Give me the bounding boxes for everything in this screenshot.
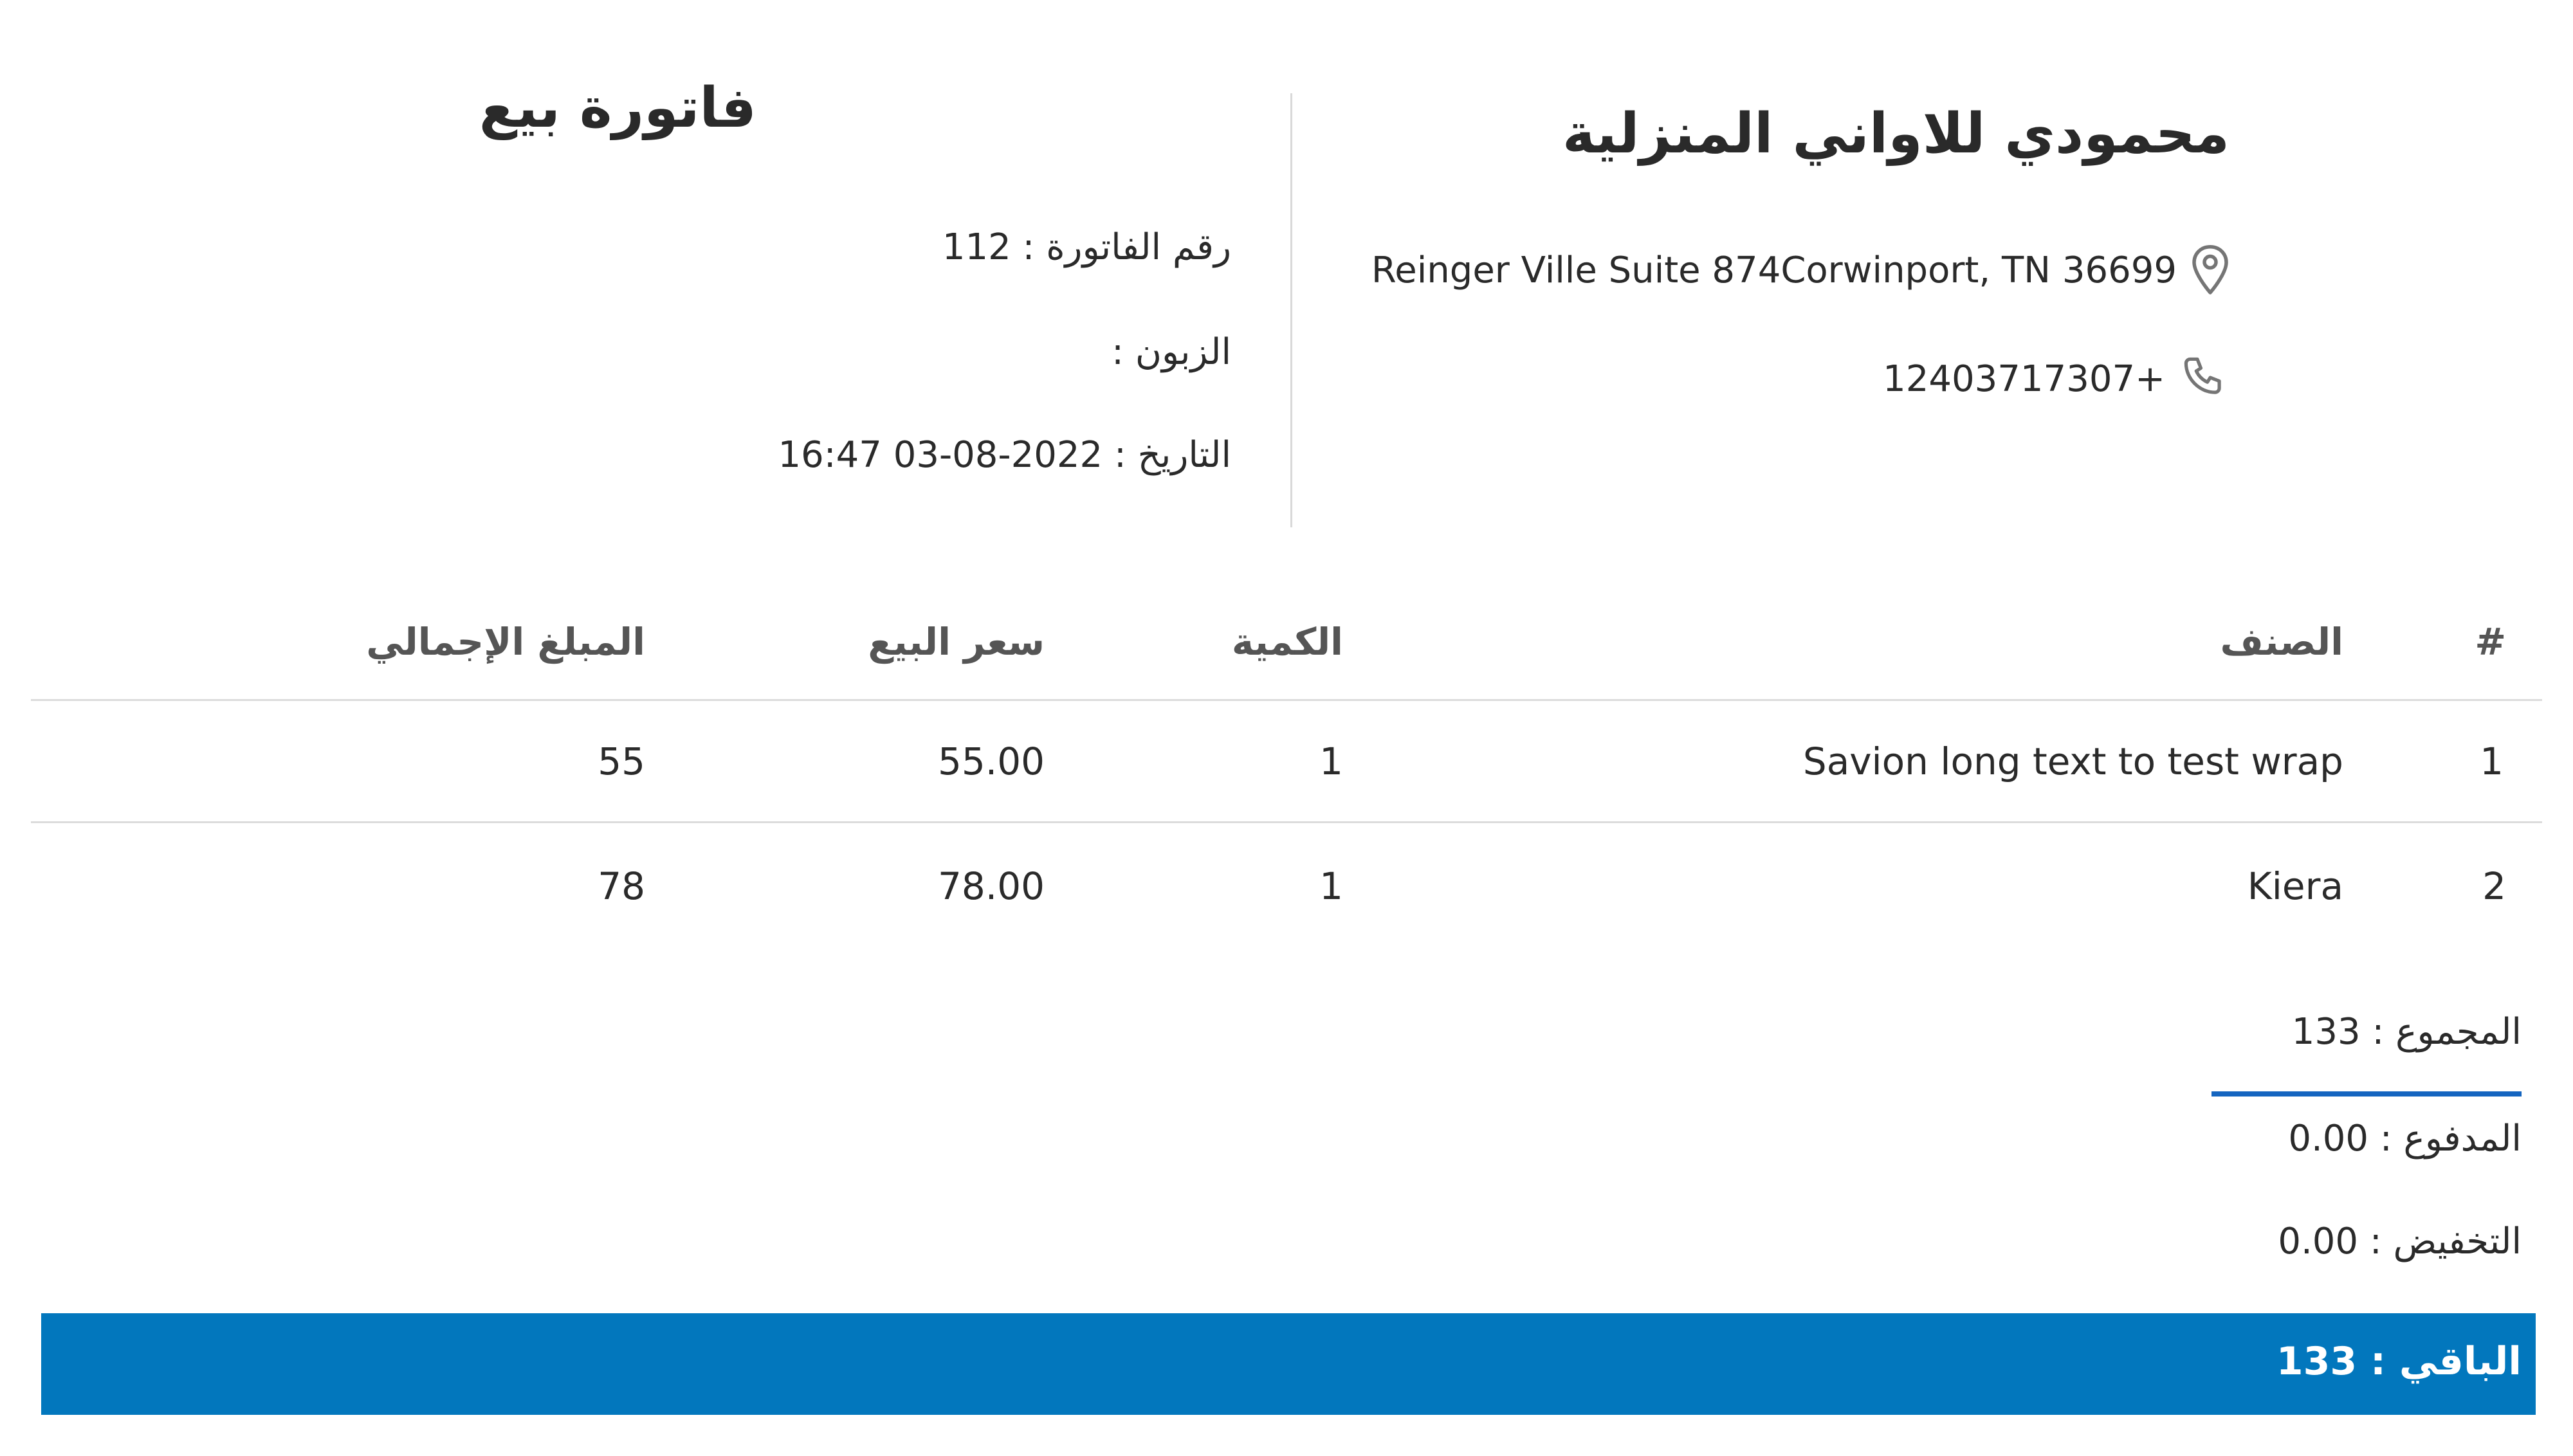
header-index: # [2475, 620, 2506, 664]
header-item: الصنف [2220, 620, 2343, 664]
map-pin-icon [2191, 244, 2230, 296]
row-total: 55 [598, 740, 645, 783]
row-quantity: 1 [1319, 740, 1343, 783]
row-quantity: 1 [1319, 864, 1343, 908]
row-total: 78 [598, 864, 645, 908]
phone-icon [2179, 354, 2230, 404]
total-remaining: الباقي : 133 [2276, 1339, 2522, 1384]
invoice-title: فاتورة بيع [479, 76, 756, 140]
table-row-divider [31, 821, 2542, 823]
total-sum: المجموع : 133 [2291, 1011, 2522, 1053]
company-address-row: Reinger Ville Suite 874Corwinport, TN 36… [1371, 244, 2230, 296]
table-header-divider [31, 699, 2542, 701]
remaining-bar [41, 1313, 2536, 1415]
row-item: Savion long text to test wrap [1802, 740, 2343, 783]
header-quantity: الكمية [1231, 620, 1343, 664]
header-total: المبلغ الإجمالي [366, 620, 645, 664]
invoice-date-label: التاريخ : [1113, 434, 1231, 476]
invoice-date-value: 16:47 03-08-2022 [778, 434, 1103, 476]
invoice-date: التاريخ : 16:47 03-08-2022 [778, 434, 1231, 476]
company-phone: 12403717307+ [1883, 358, 2165, 400]
invoice-number: رقم الفاتورة : 112 [942, 226, 1231, 268]
total-discount: التخفيض : 0.00 [2278, 1221, 2522, 1262]
total-paid: المدفوع : 0.00 [2288, 1118, 2522, 1160]
row-price: 78.00 [937, 864, 1045, 908]
header-price: سعر البيع [868, 620, 1045, 664]
company-phone-row: 12403717307+ [1883, 354, 2230, 404]
row-item: Kiera [2247, 864, 2343, 908]
company-address: Reinger Ville Suite 874Corwinport, TN 36… [1371, 249, 2177, 291]
row-price: 55.00 [937, 740, 1045, 783]
row-index: 1 [2480, 740, 2504, 783]
row-index: 2 [2482, 864, 2506, 908]
invoice-customer: الزبون : [1112, 331, 1231, 373]
header-divider [1290, 93, 1292, 527]
company-name: محمودي للاواني المنزلية [1562, 102, 2230, 166]
total-sum-underline [2211, 1091, 2522, 1097]
